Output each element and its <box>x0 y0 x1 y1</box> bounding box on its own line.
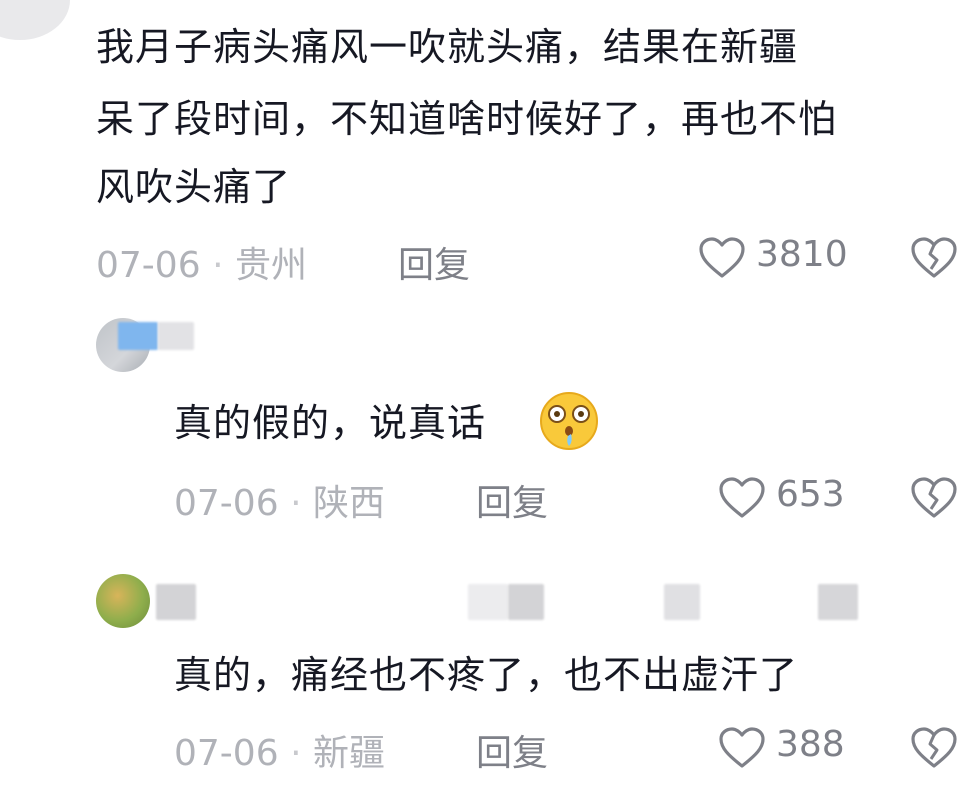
comment-meta: 07-06 · 陕西 <box>174 474 385 526</box>
comment-location: 新疆 <box>312 733 385 774</box>
like-count: 388 <box>776 724 845 765</box>
comment-text-line: 真的假的，说真话 <box>174 401 487 445</box>
heart-icon <box>719 727 765 768</box>
comment-meta: 07-06 · 贵州 <box>96 236 307 288</box>
comment-date: 07-06 <box>96 245 201 286</box>
comment-date: 07-06 <box>174 483 279 524</box>
username-redacted <box>158 322 194 350</box>
username-redacted <box>118 322 158 350</box>
broken-heart-icon[interactable] <box>910 476 958 520</box>
like-count: 3810 <box>756 234 848 275</box>
username-redacted <box>818 584 858 620</box>
heart-icon <box>699 237 745 278</box>
heart-icon <box>719 477 765 518</box>
username-redacted <box>156 584 196 620</box>
comment-text: 真的假的，说真话 <box>174 394 486 452</box>
like-count: 653 <box>776 474 845 515</box>
reply-button[interactable]: 回复 <box>476 474 548 526</box>
reply-button[interactable]: 回复 <box>398 236 470 288</box>
broken-heart-icon[interactable] <box>910 236 958 280</box>
username-redacted <box>664 584 700 620</box>
meta-separator: · <box>212 245 235 286</box>
drooling-shocked-face-emoji <box>540 392 598 450</box>
comment-text-line: 呆了段时间，不知道啥时候好了，再也不怕 <box>96 97 838 141</box>
username-redacted <box>468 584 508 620</box>
like-button[interactable]: 3810 <box>698 234 858 282</box>
comment-location: 陕西 <box>312 483 385 524</box>
comment-text-line: 真的，痛经也不疼了，也不出虚汗了 <box>174 653 799 697</box>
reply-button[interactable]: 回复 <box>476 724 548 776</box>
comment-location: 贵州 <box>234 245 307 286</box>
broken-heart-icon[interactable] <box>910 726 958 770</box>
like-button[interactable]: 388 <box>718 724 858 772</box>
comment-avatar[interactable] <box>0 0 70 40</box>
comment-meta: 07-06 · 新疆 <box>174 724 385 776</box>
comment-text-line: 风吹头痛了 <box>96 165 292 209</box>
comment-text-line: 我月子病头痛风一吹就头痛，结果在新疆 <box>96 25 799 69</box>
meta-separator: · <box>290 483 313 524</box>
comment-date: 07-06 <box>174 733 279 774</box>
username-redacted <box>508 584 544 620</box>
like-button[interactable]: 653 <box>718 474 858 522</box>
meta-separator: · <box>290 733 313 774</box>
reply-avatar[interactable] <box>96 574 150 628</box>
